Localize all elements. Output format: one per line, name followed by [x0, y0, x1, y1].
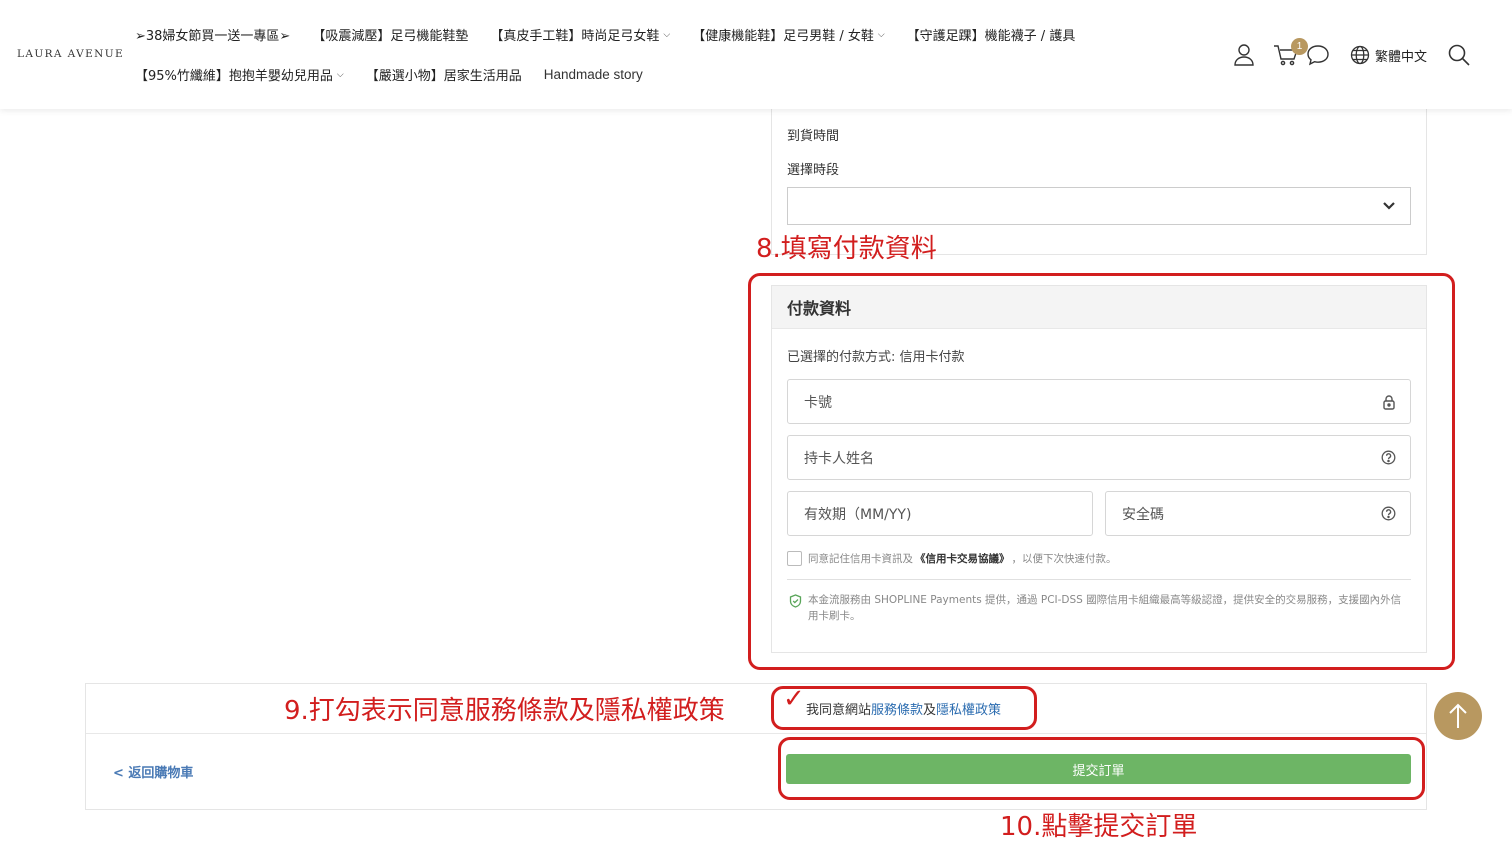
- chevron-down-icon: ⌵: [663, 29, 671, 40]
- expiry-input[interactable]: 有效期（MM/YY): [787, 491, 1093, 536]
- card-agreement-link[interactable]: 《信用卡交易協議》: [915, 551, 1010, 566]
- nav-item-insoles[interactable]: 【吸震減壓】足弓機能鞋墊: [312, 25, 468, 44]
- search-icon[interactable]: [1445, 41, 1473, 69]
- arrow-up-icon: [1449, 703, 1467, 728]
- terms-agreement-text: 我同意網站服務條款及隱私權政策: [806, 703, 1002, 718]
- scroll-to-top-button[interactable]: [1434, 692, 1482, 740]
- language-label: 繁體中文: [1375, 49, 1428, 65]
- chevron-down-icon: ⌵: [877, 29, 885, 40]
- security-code-input[interactable]: 安全碼: [1105, 491, 1411, 536]
- nav-item-womens-day[interactable]: ➢38婦女節買一送一專區➢: [135, 25, 290, 44]
- terms-checkbox[interactable]: ✓: [783, 684, 805, 714]
- help-icon[interactable]: [1381, 450, 1396, 465]
- main-nav-row-1: ➢38婦女節買一送一專區➢ 【吸震減壓】足弓機能鞋墊 【真皮手工鞋】時尚足弓女鞋…: [135, 25, 1097, 44]
- annotation-step-10: 10.點擊提交訂單: [1000, 812, 1198, 842]
- nav-item-handmade-story[interactable]: Handmade story: [544, 67, 643, 82]
- nav-item-socks-braces[interactable]: 【守護足踝】機能襪子 / 護具: [907, 25, 1076, 44]
- submit-order-button[interactable]: 提交訂單: [786, 754, 1411, 784]
- help-icon[interactable]: [1381, 506, 1396, 521]
- shield-check-icon: [789, 594, 802, 608]
- nav-item-handmade-womens-shoes[interactable]: 【真皮手工鞋】時尚足弓女鞋 ⌵: [490, 25, 670, 44]
- chevron-down-icon: ⌵: [336, 69, 344, 80]
- nav-item-functional-shoes[interactable]: 【健康機能鞋】足弓男鞋 / 女鞋 ⌵: [692, 25, 884, 44]
- nav-item-home-goods[interactable]: 【嚴選小物】居家生活用品: [366, 65, 522, 84]
- payment-title: 付款資料: [772, 286, 1426, 329]
- arrival-time-label: 到貨時間: [787, 129, 840, 144]
- globe-icon: [1350, 45, 1370, 65]
- user-icon[interactable]: [1230, 41, 1258, 69]
- chat-icon[interactable]: [1304, 41, 1332, 69]
- nav-item-baby-products[interactable]: 【95%竹纖維】抱抱羊嬰幼兒用品 ⌵: [135, 65, 344, 84]
- panel-divider: [86, 733, 1426, 734]
- annotation-step-8: 8.填寫付款資料: [756, 234, 937, 264]
- terms-of-service-link[interactable]: 服務條款: [871, 703, 923, 718]
- site-header: LAURA AVENUE ➢38婦女節買一送一專區➢ 【吸震減壓】足弓機能鞋墊 …: [0, 0, 1512, 109]
- chevron-down-icon: [1383, 202, 1395, 210]
- remember-card-checkbox[interactable]: [787, 551, 802, 566]
- secure-payment-note: 本金流服務由 SHOPLINE Payments 提供，通過 PCI-DSS 國…: [789, 592, 1411, 624]
- back-to-cart-link[interactable]: < 返回購物車: [113, 762, 193, 781]
- annotation-step-9: 9.打勾表示同意服務條款及隱私權政策: [284, 696, 725, 726]
- brand-logo[interactable]: LAURA AVENUE: [17, 48, 124, 60]
- remember-card-row: 同意記住信用卡資訊及 《信用卡交易協議》 ，以便下次快速付款。: [787, 551, 1117, 566]
- card-number-input[interactable]: 卡號: [787, 379, 1411, 424]
- time-slot-select[interactable]: [787, 187, 1411, 225]
- header-actions: 1 繁體中文: [1230, 38, 1473, 70]
- payment-card: 付款資料 已選擇的付款方式: 信用卡付款 卡號 持卡人姓名 有效期（MM/YY)…: [771, 285, 1427, 653]
- time-slot-label: 選擇時段: [787, 163, 840, 178]
- cart-icon[interactable]: 1: [1272, 38, 1308, 69]
- privacy-policy-link[interactable]: 隱私權政策: [936, 703, 1001, 718]
- payment-method-text: 已選擇的付款方式: 信用卡付款: [787, 350, 965, 365]
- language-selector[interactable]: 繁體中文: [1350, 45, 1427, 65]
- cardholder-name-input[interactable]: 持卡人姓名: [787, 435, 1411, 480]
- payment-divider: [787, 579, 1411, 580]
- lock-icon: [1383, 395, 1395, 410]
- main-nav-row-2: 【95%竹纖維】抱抱羊嬰幼兒用品 ⌵ 【嚴選小物】居家生活用品 Handmade …: [135, 65, 665, 84]
